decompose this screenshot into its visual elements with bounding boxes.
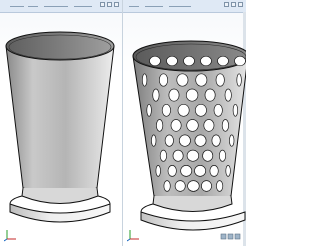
perforation-hole [236,73,242,87]
perforation-hole [151,134,157,147]
perforation-hole [164,134,174,147]
perforation-hole [183,55,195,67]
perforation-hole [232,103,239,117]
perforation-hole [159,149,167,162]
perforation-hole [180,165,193,177]
perforation-hole [166,55,178,67]
perforation-hole [234,55,246,67]
perforation-hole [149,55,161,67]
perforation-hole [177,103,190,117]
perforation-hole [161,103,171,117]
perforation-hole [194,165,207,177]
perforation-hole [194,103,207,117]
axis-triad-icon [127,230,139,242]
perforation-hole [225,165,231,177]
perforation-hole [221,119,229,132]
perforation-hole [170,119,182,132]
perforation-hole [209,165,219,177]
perforation-hole [216,180,224,192]
perforation-hole [200,55,212,67]
view-orientation-icon[interactable] [220,232,242,242]
perforation-hole [202,149,214,162]
perforation-hole [204,88,216,102]
perforation-hole [217,55,229,67]
perforation-hole [185,88,199,102]
perforation-hole [186,149,200,162]
perforation-hole [178,134,191,147]
perforation-hole [172,149,184,162]
solid-cup-model[interactable] [0,0,123,246]
perforation-hole [174,180,186,192]
perforation-hole [176,73,189,87]
perforation-hole [141,73,148,87]
perforation-hole [213,103,223,117]
perforation-hole [195,73,208,87]
perforation-hole [146,103,152,117]
perforation-hole [203,119,215,132]
left-model-window[interactable] [0,0,123,246]
cad-viewport-screen [0,0,246,246]
perforation-hole [187,180,200,192]
perforation-hole [224,88,232,102]
perforation-hole [218,149,227,162]
perforation-hole [211,134,221,147]
perforation-hole [163,180,171,192]
perforation-hole [158,73,169,87]
perforation-hole [167,165,177,177]
axis-triad-icon [4,230,16,242]
perforation-hole [186,119,199,132]
perforation-hole [156,119,164,132]
perforation-hole [152,88,160,102]
perforation-hole [215,73,225,87]
perforated-basket-model[interactable] [123,0,246,246]
perforation-hole [194,134,207,147]
perforation-hole [168,88,180,102]
right-model-window[interactable] [123,0,246,246]
perforation-hole [229,134,235,147]
perforation-hole [155,165,161,177]
perforation-hole [201,180,212,192]
